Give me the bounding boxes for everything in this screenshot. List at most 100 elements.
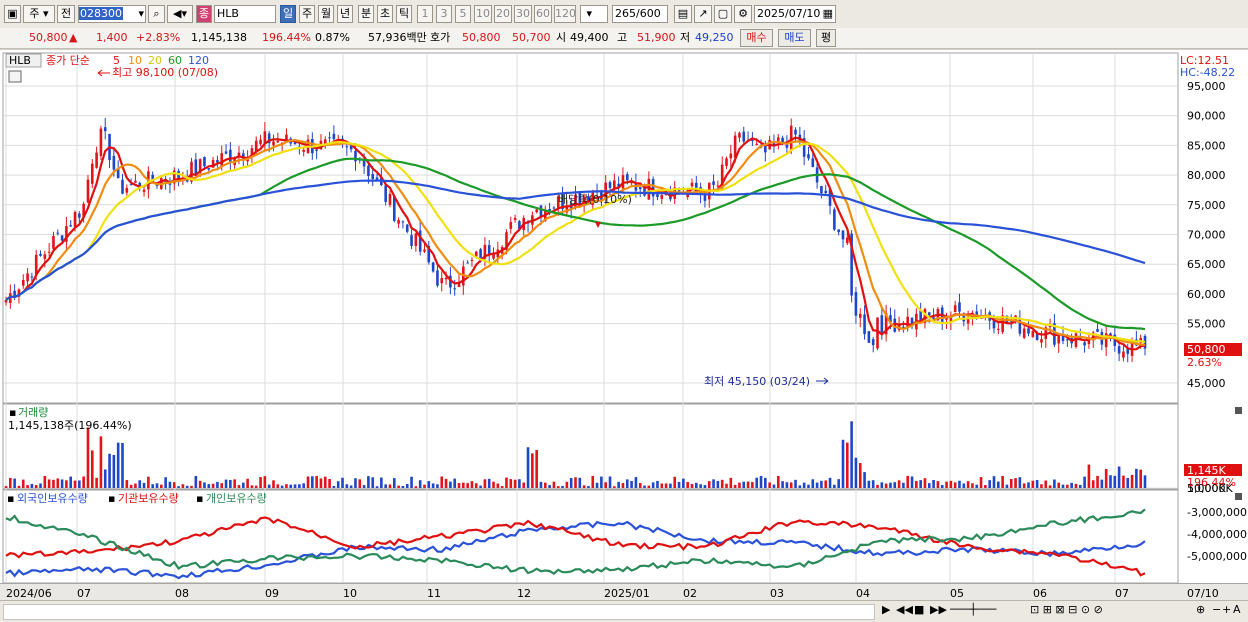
holder-legend-foreigner[interactable]: 외국인보유수량 bbox=[17, 492, 88, 505]
table-icon[interactable] bbox=[8, 70, 22, 83]
volume-bar bbox=[129, 484, 133, 488]
ask-price: 50,800 bbox=[462, 31, 501, 44]
calendar-icon[interactable]: ▦ bbox=[823, 6, 835, 22]
chart-area[interactable]: HLB 종가 단순 5 10 20 60 120 LC:12.51 HC:-48… bbox=[0, 50, 1248, 600]
layout-icon[interactable]: ▣ bbox=[4, 5, 21, 23]
volume-bar bbox=[479, 485, 482, 488]
volume-panel-close-icon[interactable] bbox=[1235, 493, 1242, 500]
candle-body bbox=[1057, 334, 1061, 344]
volume-bar bbox=[686, 481, 689, 488]
gear-icon[interactable]: ⚙ bbox=[734, 5, 752, 23]
date-field[interactable]: 2025/07/10 ▦ bbox=[754, 5, 836, 23]
sell-button[interactable]: 매도 bbox=[778, 29, 811, 47]
volume-bar bbox=[108, 453, 111, 488]
zoom-slider[interactable]: ───┼─── bbox=[950, 603, 996, 616]
candle-body bbox=[1040, 339, 1043, 343]
volume-bar bbox=[565, 481, 569, 488]
scroll-track[interactable] bbox=[3, 604, 875, 620]
chart-status-bar: ▶ ◀◀ ■ ▶▶ ───┼─── ⊡ ⊞ ⊠ ⊟ ⊙ ⊘ ⊕ − + A bbox=[0, 600, 1248, 622]
volume-bar bbox=[828, 477, 832, 488]
volume-bar bbox=[863, 472, 866, 488]
interval-button-20[interactable]: 20 bbox=[494, 5, 512, 23]
interval-button-120[interactable]: 120 bbox=[554, 5, 576, 23]
buy-button[interactable]: 매수 bbox=[740, 29, 773, 47]
volume-bar bbox=[669, 483, 672, 488]
volume-bar bbox=[1040, 484, 1043, 488]
market-select[interactable]: 주 ▾ bbox=[23, 5, 55, 23]
crosshair-icon[interactable]: ⊕ bbox=[1196, 603, 1205, 616]
candle-body bbox=[535, 209, 538, 213]
low-annotation: 최저 45,150 (03/24) bbox=[704, 375, 810, 388]
scroll-right-icon[interactable]: ▶ bbox=[882, 603, 890, 616]
candle-body bbox=[229, 149, 232, 163]
speaker-icon[interactable]: ◀▾ bbox=[167, 5, 193, 23]
volume-bar bbox=[194, 476, 198, 488]
volume-bar bbox=[915, 480, 918, 488]
zoom-in-icon[interactable]: + bbox=[1222, 603, 1231, 616]
volume-bar bbox=[824, 480, 828, 488]
auto-scale-icon[interactable]: A bbox=[1233, 603, 1241, 616]
evaluate-button[interactable]: 평 bbox=[816, 29, 836, 47]
volume-bar bbox=[134, 483, 137, 488]
search-icon[interactable]: ⌕ bbox=[148, 5, 165, 23]
candle-body bbox=[858, 313, 862, 318]
interval-button-3[interactable]: 3 bbox=[436, 5, 452, 23]
stock-code-input[interactable]: 028300 ▾ bbox=[78, 5, 146, 23]
volume-bar bbox=[660, 483, 664, 488]
toolbar-icons[interactable]: ⊡ ⊞ ⊠ ⊟ ⊙ ⊘ bbox=[1030, 603, 1103, 616]
save-icon[interactable]: ▢ bbox=[714, 5, 732, 23]
period-button-week[interactable]: 주 bbox=[299, 5, 315, 23]
period-button-minute[interactable]: 분 bbox=[358, 5, 374, 23]
volume-bar bbox=[336, 481, 340, 488]
x-tick-label: 05 bbox=[950, 587, 964, 600]
stop-icon[interactable]: ■ bbox=[914, 603, 924, 616]
volume-bar bbox=[1031, 480, 1035, 488]
fast-forward-icon[interactable]: ▶▶ bbox=[930, 603, 947, 616]
stock-chart[interactable]: HLB 종가 단순 5 10 20 60 120 LC:12.51 HC:-48… bbox=[0, 50, 1248, 600]
data-count-value: 265 bbox=[615, 7, 636, 20]
period-button-year[interactable]: 년 bbox=[337, 5, 353, 23]
holder-legend-icon-3: ▪ bbox=[196, 492, 203, 505]
volume-bar bbox=[975, 484, 979, 488]
period-button-day[interactable]: 일 bbox=[280, 5, 296, 23]
indicator-icon[interactable]: ▤ bbox=[674, 5, 692, 23]
candle-body bbox=[647, 178, 651, 200]
volume-bar bbox=[427, 481, 431, 488]
interval-button-60[interactable]: 60 bbox=[534, 5, 552, 23]
period-button-second[interactable]: 초 bbox=[377, 5, 393, 23]
legend-prefix[interactable]: 종가 단순 bbox=[46, 54, 90, 67]
candle-body bbox=[833, 209, 836, 230]
drawing-tool-icon[interactable]: ↗ bbox=[694, 5, 712, 23]
price-panel-close-icon[interactable] bbox=[1235, 407, 1242, 414]
volume-bar bbox=[306, 476, 310, 488]
candle-body bbox=[656, 194, 659, 198]
interval-button-5[interactable]: 5 bbox=[455, 5, 471, 23]
candle-body bbox=[405, 224, 409, 232]
volume-bar bbox=[604, 482, 608, 488]
x-tick-label: 02 bbox=[683, 587, 697, 600]
period-button-month[interactable]: 월 bbox=[318, 5, 334, 23]
volume-title[interactable]: 거래량 bbox=[18, 406, 48, 419]
interval-button-1[interactable]: 1 bbox=[417, 5, 433, 23]
stock-name-field[interactable]: HLB bbox=[214, 5, 276, 23]
holder-legend-individual[interactable]: 개인보유수량 bbox=[206, 492, 267, 505]
interval-button-10[interactable]: 10 bbox=[474, 5, 492, 23]
zoom-out-icon[interactable]: − bbox=[1212, 603, 1221, 616]
candle-body bbox=[846, 237, 849, 244]
x-axis-labels: 2024/06 07 08 09 10 11 12 2025/01 02 03 04 05 06 07 bbox=[6, 587, 1129, 600]
volume-bar bbox=[1044, 480, 1048, 488]
interval-button-30[interactable]: 30 bbox=[514, 5, 532, 23]
volume-bar bbox=[172, 482, 176, 488]
rewind-icon[interactable]: ◀◀ bbox=[896, 603, 913, 616]
volume-bar bbox=[677, 481, 681, 488]
x-axis: 2024/06 07 08 09 10 11 12 2025/01 02 03 04 05 06 07 0… bbox=[6, 587, 1219, 600]
interval-dropdown[interactable]: ▾ bbox=[580, 5, 608, 23]
period-button-tick[interactable]: 틱 bbox=[396, 5, 412, 23]
data-count-field[interactable]: 265/600 bbox=[612, 5, 668, 23]
x-tick-label: 09 bbox=[265, 587, 279, 600]
type-toggle[interactable]: 전 bbox=[57, 5, 75, 23]
volume-bar bbox=[466, 483, 469, 488]
candle-body bbox=[285, 134, 288, 140]
holder-legend-institution[interactable]: 기관보유수량 bbox=[118, 492, 179, 505]
candle-body bbox=[56, 232, 60, 234]
